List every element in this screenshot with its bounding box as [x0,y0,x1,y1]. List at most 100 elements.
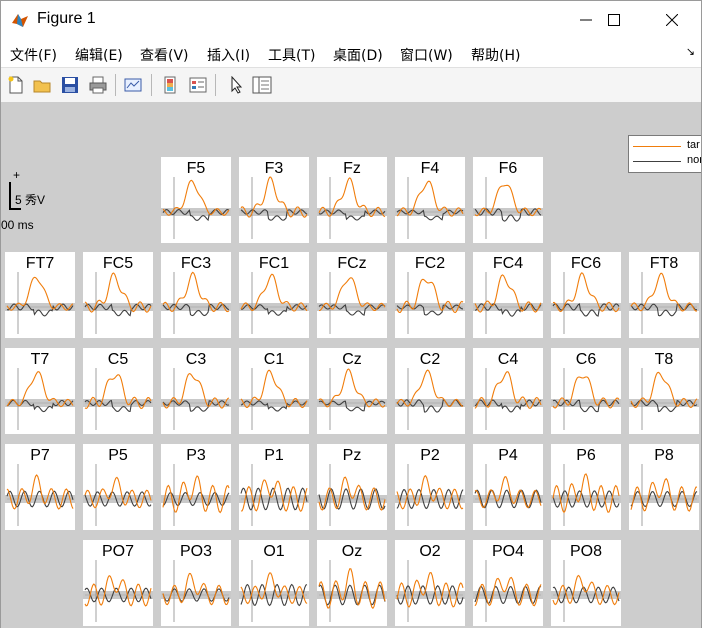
save-button[interactable] [59,74,81,96]
property-inspector-icon [252,76,272,94]
channel-label: PO4 [491,543,524,560]
pointer-icon [231,76,243,94]
channel-axes[interactable]: P6 [551,444,621,530]
channel-axes[interactable]: Oz [317,540,387,626]
legend-entry-target: tar [687,139,700,151]
channel-axes[interactable]: FT7 [5,252,75,338]
maximize-button[interactable] [591,1,637,39]
window-title: Figure 1 [37,10,96,27]
channel-axes[interactable]: F6 [473,157,543,243]
channel-label: PO3 [179,543,212,560]
channel-axes[interactable]: FC6 [551,252,621,338]
close-button[interactable] [649,1,695,39]
menu-insert[interactable]: 插入(I) [207,45,250,65]
figure-canvas[interactable]: + 5 秀V 00 ms tar non F5 F3 Fz F4 F6 FT7 FC5 FC3… [1,102,701,628]
channel-label: FT7 [25,255,55,272]
channel-label: C5 [107,351,129,368]
figure-window: Figure 1 文件(F) 编辑(E) 查看(V) 插入(I) 工具(T) 桌… [0,0,702,628]
channel-label: FC6 [570,255,602,272]
channel-axes[interactable]: FC2 [395,252,465,338]
channel-axes[interactable]: Cz [317,348,387,434]
channel-axes[interactable]: O1 [239,540,309,626]
menu-edit[interactable]: 编辑(E) [75,45,123,65]
legend[interactable]: tar non [628,135,701,173]
channel-axes[interactable]: F3 [239,157,309,243]
menu-file[interactable]: 文件(F) [10,45,57,65]
channel-label: P7 [30,447,50,464]
toolbar-separator [115,74,116,96]
channel-label: PO8 [569,543,602,560]
property-inspector-button[interactable] [251,74,273,96]
channel-label: F4 [420,160,440,177]
channel-axes[interactable]: C5 [83,348,153,434]
channel-axes[interactable]: PO4 [473,540,543,626]
channel-axes[interactable]: P1 [239,444,309,530]
new-figure-button[interactable] [5,74,27,96]
channel-axes[interactable]: FC4 [473,252,543,338]
link-plot-button[interactable] [123,74,145,96]
menu-desktop[interactable]: 桌面(D) [333,45,383,65]
channel-label: Cz [342,351,362,368]
channel-axes[interactable]: FC5 [83,252,153,338]
channel-label: C4 [497,351,519,368]
channel-axes[interactable]: F4 [395,157,465,243]
channel-axes[interactable]: P5 [83,444,153,530]
channel-label: P1 [264,447,284,464]
channel-label: T8 [654,351,674,368]
channel-axes[interactable]: C2 [395,348,465,434]
channel-label: PO7 [101,543,134,560]
menu-help[interactable]: 帮助(H) [471,45,520,65]
channel-label: Fz [343,160,361,177]
menu-bar: 文件(F) 编辑(E) 查看(V) 插入(I) 工具(T) 桌面(D) 窗口(W… [1,39,701,67]
channel-axes[interactable]: P7 [5,444,75,530]
print-button[interactable] [87,74,109,96]
channel-axes[interactable]: P2 [395,444,465,530]
menu-window[interactable]: 窗口(W) [400,45,453,65]
dock-arrow-icon[interactable]: ↘ [686,45,695,58]
channel-label: P4 [498,447,518,464]
channel-axes[interactable]: C4 [473,348,543,434]
scale-time-label: 00 ms [1,218,34,232]
pointer-button[interactable] [225,74,247,96]
maximize-icon [608,14,620,26]
channel-axes[interactable]: FCz [317,252,387,338]
channel-label: O2 [419,543,441,560]
channel-axes[interactable]: C3 [161,348,231,434]
channel-axes[interactable]: T8 [629,348,699,434]
channel-axes[interactable]: FC1 [239,252,309,338]
channel-axes[interactable]: FT8 [629,252,699,338]
channel-axes[interactable]: P3 [161,444,231,530]
legend-button[interactable] [187,74,209,96]
menu-view[interactable]: 查看(V) [140,45,189,65]
channel-axes[interactable]: FC3 [161,252,231,338]
channel-label: O1 [263,543,285,560]
channel-label: C1 [263,351,285,368]
channel-axes[interactable]: C1 [239,348,309,434]
colorbar-button[interactable] [159,74,181,96]
channel-axes[interactable]: Fz [317,157,387,243]
menu-tools[interactable]: 工具(T) [268,45,315,65]
channel-label: Pz [342,447,362,464]
channel-label: P5 [108,447,128,464]
channel-axes[interactable]: O2 [395,540,465,626]
scale-amplitude-label: 5 秀V [15,193,46,207]
channel-axes[interactable]: P8 [629,444,699,530]
channel-axes[interactable]: F5 [161,157,231,243]
channel-axes[interactable]: Pz [317,444,387,530]
channel-axes[interactable]: PO8 [551,540,621,626]
channel-label: FCz [337,255,367,272]
channel-label: T7 [30,351,50,368]
channel-axes[interactable]: PO7 [83,540,153,626]
channel-axes[interactable]: C6 [551,348,621,434]
legend-icon [189,77,207,93]
channel-label: P6 [576,447,596,464]
channel-axes[interactable]: T7 [5,348,75,434]
title-bar[interactable]: Figure 1 [1,1,701,39]
channel-axes[interactable]: P4 [473,444,543,530]
new-figure-icon [8,76,23,94]
open-file-button[interactable] [31,74,53,96]
channel-label: P8 [654,447,674,464]
channel-axes[interactable]: PO3 [161,540,231,626]
link-plot-icon [124,78,142,92]
toolbar [1,67,701,103]
